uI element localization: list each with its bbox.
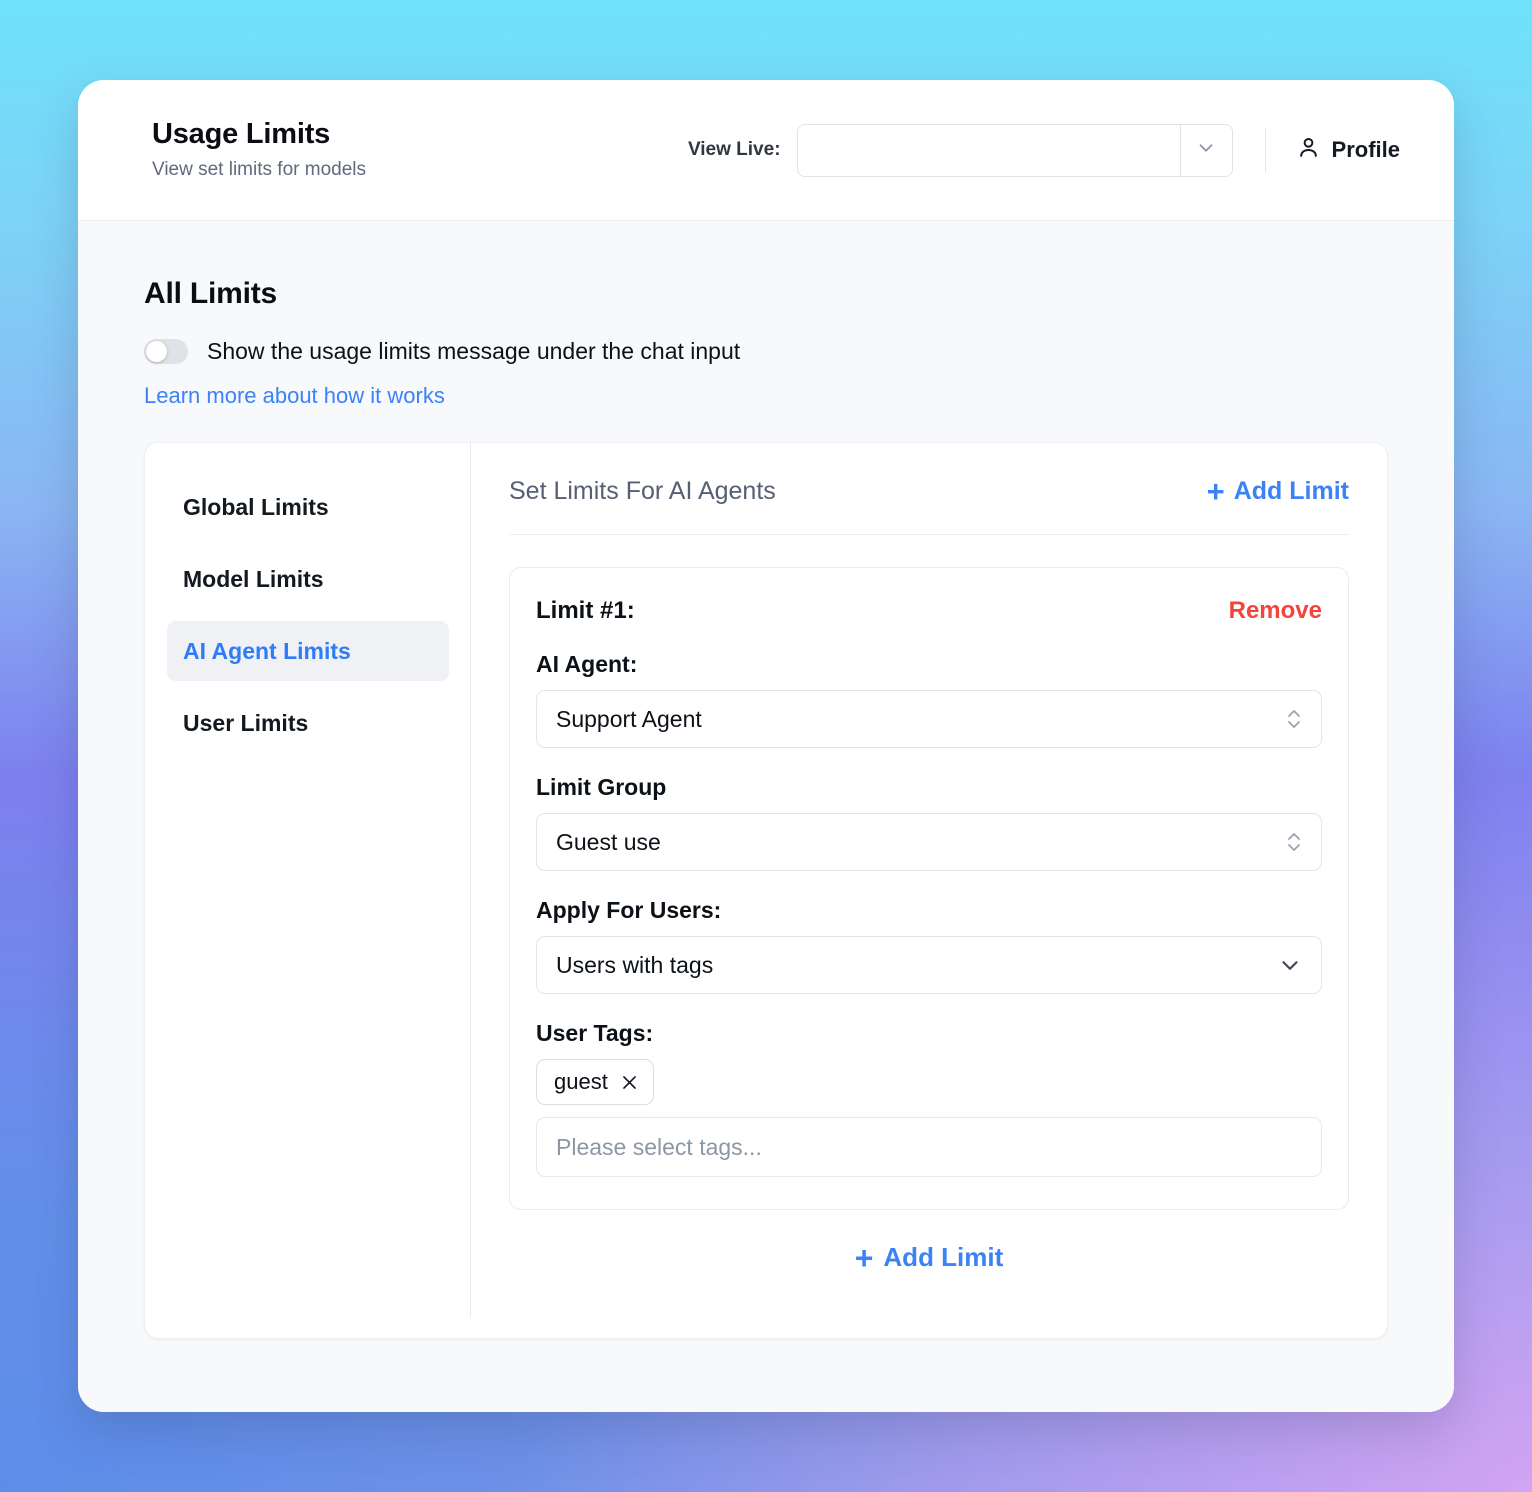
chevron-up-down-icon xyxy=(1285,705,1303,733)
ai-agent-label: AI Agent: xyxy=(536,651,638,677)
sidebar-item-label: AI Agent Limits xyxy=(183,637,351,664)
page-title: Usage Limits xyxy=(152,118,331,151)
chevron-down-icon xyxy=(1277,952,1303,978)
sidebar-item-label: Model Limits xyxy=(183,565,324,592)
close-icon[interactable] xyxy=(620,1073,639,1092)
ai-agent-field: AI Agent: Support Agent xyxy=(536,651,1322,748)
sidebar-item-label: Global Limits xyxy=(183,493,329,520)
title-block: Usage Limits View set limits for models xyxy=(152,118,688,181)
person-icon xyxy=(1296,135,1321,166)
page-subtitle: View set limits for models xyxy=(152,158,366,180)
user-tags-label: User Tags: xyxy=(536,1020,654,1046)
limits-sidebar: Global Limits Model Limits AI Agent Limi… xyxy=(145,443,471,1338)
limits-panel: Global Limits Model Limits AI Agent Limi… xyxy=(144,442,1388,1339)
sidebar-item-user-limits[interactable]: User Limits xyxy=(167,693,449,753)
view-live-label: View Live: xyxy=(687,139,781,160)
add-limit-button-bottom[interactable]: + Add Limit xyxy=(509,1239,1349,1276)
user-tags-input[interactable] xyxy=(536,1117,1322,1177)
tag-chip: guest xyxy=(536,1059,654,1105)
add-limit-label: Add Limit xyxy=(883,1242,1004,1272)
sidebar-item-model-limits[interactable]: Model Limits xyxy=(167,549,449,609)
header-right: View Live: Profile xyxy=(687,123,1410,177)
chevron-down-icon xyxy=(1195,137,1217,164)
sidebar-item-label: User Limits xyxy=(183,709,309,736)
ai-agent-select[interactable]: Support Agent xyxy=(536,690,1322,748)
toggle-knob xyxy=(146,341,167,362)
profile-label: Profile xyxy=(1331,137,1400,162)
header-divider xyxy=(1264,128,1266,172)
limits-main-header: Set Limits For AI Agents + Add Limit xyxy=(509,474,1349,535)
plus-icon: + xyxy=(854,1239,874,1276)
sidebar-item-ai-agent-limits[interactable]: AI Agent Limits xyxy=(167,621,449,681)
remove-limit-button[interactable]: Remove xyxy=(1229,597,1322,625)
sidebar-item-global-limits[interactable]: Global Limits xyxy=(167,477,449,537)
apply-for-users-field: Apply For Users: Users with tags xyxy=(536,897,1322,994)
limits-main: Set Limits For AI Agents + Add Limit Lim… xyxy=(471,443,1387,1338)
ai-agent-selected-value: Support Agent xyxy=(556,705,702,732)
app-body: All Limits Show the usage limits message… xyxy=(78,221,1454,1412)
user-tags-chip-list: guest xyxy=(536,1059,1322,1105)
limits-main-title: Set Limits For AI Agents xyxy=(509,477,776,505)
limit-group-select[interactable]: Guest use xyxy=(536,813,1322,871)
limit-group-selected-value: Guest use xyxy=(556,828,661,855)
chevron-up-down-icon xyxy=(1285,828,1303,856)
plus-icon: + xyxy=(1206,474,1225,510)
learn-more-link[interactable]: Learn more about how it works xyxy=(144,383,445,409)
apply-for-users-label: Apply For Users: xyxy=(536,897,722,923)
limit-card: Limit #1: Remove AI Agent: Support Agent xyxy=(509,567,1349,1210)
limit-number-label: Limit #1: xyxy=(536,597,635,624)
user-tags-field: User Tags: guest xyxy=(536,1020,1322,1177)
limit-card-header: Limit #1: Remove xyxy=(536,597,1322,625)
add-limit-button-top[interactable]: + Add Limit xyxy=(1206,474,1349,510)
add-limit-label: Add Limit xyxy=(1233,477,1349,505)
tag-chip-label: guest xyxy=(554,1069,608,1094)
profile-button[interactable]: Profile xyxy=(1296,135,1410,166)
apply-for-users-select[interactable]: Users with tags xyxy=(536,936,1322,994)
app-window: Usage Limits View set limits for models … xyxy=(78,80,1454,1412)
view-live-input[interactable] xyxy=(797,124,1180,176)
all-limits-title: All Limits xyxy=(144,277,278,310)
usage-limits-message-toggle-row: Show the usage limits message under the … xyxy=(144,338,1388,365)
view-live-select[interactable] xyxy=(796,123,1233,177)
view-live-dropdown-button[interactable] xyxy=(1179,124,1232,176)
app-header: Usage Limits View set limits for models … xyxy=(78,80,1454,221)
usage-limits-message-toggle[interactable] xyxy=(144,339,188,364)
apply-for-users-selected-value: Users with tags xyxy=(556,951,714,978)
usage-limits-message-toggle-label: Show the usage limits message under the … xyxy=(207,338,741,364)
limit-group-field: Limit Group Guest use xyxy=(536,774,1322,871)
limit-group-label: Limit Group xyxy=(536,774,667,800)
